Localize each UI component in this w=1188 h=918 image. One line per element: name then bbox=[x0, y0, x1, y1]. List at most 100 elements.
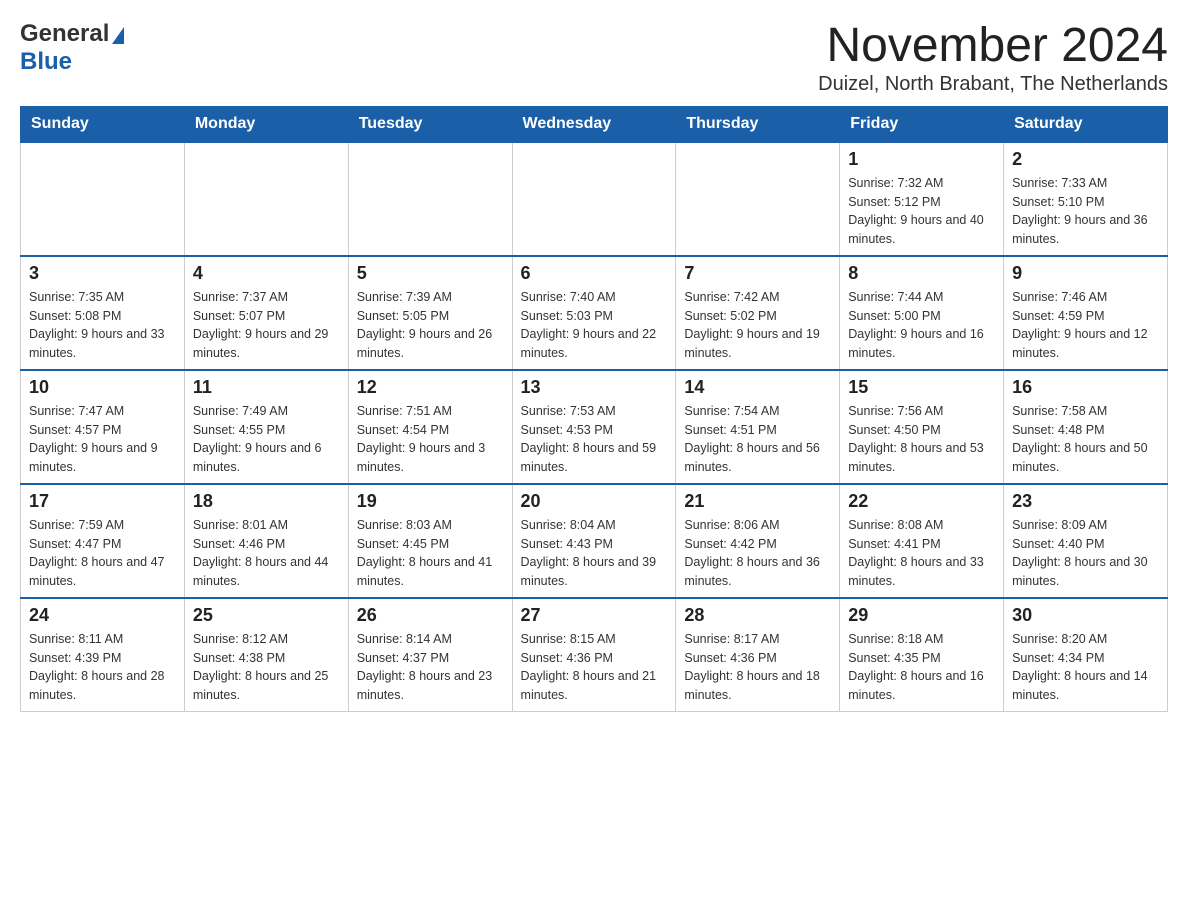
calendar-cell: 9Sunrise: 7:46 AM Sunset: 4:59 PM Daylig… bbox=[1004, 256, 1168, 370]
day-number: 2 bbox=[1012, 149, 1159, 170]
calendar-cell: 18 Sunrise: 8:01 AM Sunset: 4:46 PM Dayli… bbox=[184, 484, 348, 598]
weekday-header-sunday: Sunday bbox=[21, 106, 185, 142]
weekday-header-saturday: Saturday bbox=[1004, 106, 1168, 142]
day-number: 6 bbox=[521, 263, 668, 284]
calendar-cell: 6Sunrise: 7:40 AM Sunset: 5:03 PM Daylig… bbox=[512, 256, 676, 370]
day-number: 12 bbox=[357, 377, 504, 398]
calendar-week-row: 3 Sunrise: 7:35 AM Sunset: 5:08 PM Daylig… bbox=[21, 256, 1168, 370]
calendar-cell: 23 Sunrise: 8:09 AM Sunset: 4:40 PM Dayli… bbox=[1004, 484, 1168, 598]
day-number: 28 bbox=[684, 605, 831, 626]
weekday-header-thursday: Thursday bbox=[676, 106, 840, 142]
calendar-cell: 16 Sunrise: 7:58 AM Sunset: 4:48 PM Dayli… bbox=[1004, 370, 1168, 484]
calendar-cell bbox=[348, 142, 512, 256]
day-number: 22 bbox=[848, 491, 995, 512]
day-number: 14 bbox=[684, 377, 831, 398]
day-number: 1 bbox=[848, 149, 995, 170]
day-number: 3 bbox=[29, 263, 176, 284]
day-number: 26 bbox=[357, 605, 504, 626]
day-info: Sunrise: 7:35 AM Sunset: 5:08 PM Dayligh… bbox=[29, 288, 176, 363]
calendar-table: SundayMondayTuesdayWednesdayThursdayFrid… bbox=[20, 106, 1168, 712]
calendar-cell: 29Sunrise: 8:18 AM Sunset: 4:35 PM Dayli… bbox=[840, 598, 1004, 712]
day-number: 4 bbox=[193, 263, 340, 284]
logo-general: General bbox=[20, 20, 109, 48]
day-number: 30 bbox=[1012, 605, 1159, 626]
day-info: Sunrise: 7:42 AM Sunset: 5:02 PM Dayligh… bbox=[684, 288, 831, 363]
day-number: 13 bbox=[521, 377, 668, 398]
calendar-cell: 20 Sunrise: 8:04 AM Sunset: 4:43 PM Dayli… bbox=[512, 484, 676, 598]
day-info: Sunrise: 8:04 AM Sunset: 4:43 PM Dayligh… bbox=[521, 516, 668, 591]
day-info: Sunrise: 7:56 AM Sunset: 4:50 PM Dayligh… bbox=[848, 402, 995, 477]
calendar-cell: 28 Sunrise: 8:17 AM Sunset: 4:36 PM Dayli… bbox=[676, 598, 840, 712]
day-number: 20 bbox=[521, 491, 668, 512]
day-info: Sunrise: 8:14 AM Sunset: 4:37 PM Dayligh… bbox=[357, 630, 504, 705]
calendar-cell bbox=[21, 142, 185, 256]
day-info: Sunrise: 7:44 AM Sunset: 5:00 PM Dayligh… bbox=[848, 288, 995, 363]
calendar-week-row: 1 Sunrise: 7:32 AM Sunset: 5:12 PM Daylig… bbox=[21, 142, 1168, 256]
day-info: Sunrise: 7:46 AM Sunset: 4:59 PM Dayligh… bbox=[1012, 288, 1159, 363]
calendar-cell: 19 Sunrise: 8:03 AM Sunset: 4:45 PM Dayli… bbox=[348, 484, 512, 598]
day-info: Sunrise: 8:01 AM Sunset: 4:46 PM Dayligh… bbox=[193, 516, 340, 591]
day-number: 16 bbox=[1012, 377, 1159, 398]
calendar-cell: 15 Sunrise: 7:56 AM Sunset: 4:50 PM Dayli… bbox=[840, 370, 1004, 484]
day-number: 5 bbox=[357, 263, 504, 284]
calendar-cell: 24 Sunrise: 8:11 AM Sunset: 4:39 PM Dayli… bbox=[21, 598, 185, 712]
calendar-cell: 8 Sunrise: 7:44 AM Sunset: 5:00 PM Daylig… bbox=[840, 256, 1004, 370]
day-number: 23 bbox=[1012, 491, 1159, 512]
title-area: November 2024 Duizel, North Brabant, The… bbox=[818, 20, 1168, 96]
page-subtitle: Duizel, North Brabant, The Netherlands bbox=[818, 73, 1168, 96]
calendar-cell: 13 Sunrise: 7:53 AM Sunset: 4:53 PM Dayli… bbox=[512, 370, 676, 484]
logo-triangle-icon bbox=[112, 27, 124, 44]
day-number: 27 bbox=[521, 605, 668, 626]
day-info: Sunrise: 7:39 AM Sunset: 5:05 PM Dayligh… bbox=[357, 288, 504, 363]
calendar-week-row: 17 Sunrise: 7:59 AM Sunset: 4:47 PM Dayli… bbox=[21, 484, 1168, 598]
day-number: 10 bbox=[29, 377, 176, 398]
day-info: Sunrise: 8:15 AM Sunset: 4:36 PM Dayligh… bbox=[521, 630, 668, 705]
weekday-header-friday: Friday bbox=[840, 106, 1004, 142]
calendar-cell: 4 Sunrise: 7:37 AM Sunset: 5:07 PM Daylig… bbox=[184, 256, 348, 370]
calendar-cell: 2 Sunrise: 7:33 AM Sunset: 5:10 PM Daylig… bbox=[1004, 142, 1168, 256]
page-header: General Blue November 2024 Duizel, North… bbox=[20, 20, 1168, 96]
day-info: Sunrise: 7:33 AM Sunset: 5:10 PM Dayligh… bbox=[1012, 174, 1159, 249]
calendar-cell: 1 Sunrise: 7:32 AM Sunset: 5:12 PM Daylig… bbox=[840, 142, 1004, 256]
day-number: 7 bbox=[684, 263, 831, 284]
weekday-header-wednesday: Wednesday bbox=[512, 106, 676, 142]
calendar-cell bbox=[512, 142, 676, 256]
weekday-header-row: SundayMondayTuesdayWednesdayThursdayFrid… bbox=[21, 106, 1168, 142]
day-info: Sunrise: 7:49 AM Sunset: 4:55 PM Dayligh… bbox=[193, 402, 340, 477]
calendar-cell: 11Sunrise: 7:49 AM Sunset: 4:55 PM Dayli… bbox=[184, 370, 348, 484]
day-number: 24 bbox=[29, 605, 176, 626]
page-title: November 2024 bbox=[818, 20, 1168, 73]
calendar-cell: 30Sunrise: 8:20 AM Sunset: 4:34 PM Dayli… bbox=[1004, 598, 1168, 712]
calendar-cell: 14Sunrise: 7:54 AM Sunset: 4:51 PM Dayli… bbox=[676, 370, 840, 484]
logo-blue: Blue bbox=[20, 48, 72, 75]
day-info: Sunrise: 7:47 AM Sunset: 4:57 PM Dayligh… bbox=[29, 402, 176, 477]
calendar-cell: 26 Sunrise: 8:14 AM Sunset: 4:37 PM Dayli… bbox=[348, 598, 512, 712]
calendar-cell: 17 Sunrise: 7:59 AM Sunset: 4:47 PM Dayli… bbox=[21, 484, 185, 598]
calendar-cell: 25Sunrise: 8:12 AM Sunset: 4:38 PM Dayli… bbox=[184, 598, 348, 712]
calendar-cell: 12Sunrise: 7:51 AM Sunset: 4:54 PM Dayli… bbox=[348, 370, 512, 484]
calendar-cell bbox=[184, 142, 348, 256]
day-info: Sunrise: 8:17 AM Sunset: 4:36 PM Dayligh… bbox=[684, 630, 831, 705]
calendar-cell: 3 Sunrise: 7:35 AM Sunset: 5:08 PM Daylig… bbox=[21, 256, 185, 370]
day-info: Sunrise: 8:09 AM Sunset: 4:40 PM Dayligh… bbox=[1012, 516, 1159, 591]
day-number: 15 bbox=[848, 377, 995, 398]
day-info: Sunrise: 8:03 AM Sunset: 4:45 PM Dayligh… bbox=[357, 516, 504, 591]
calendar-cell: 10 Sunrise: 7:47 AM Sunset: 4:57 PM Dayli… bbox=[21, 370, 185, 484]
day-info: Sunrise: 7:37 AM Sunset: 5:07 PM Dayligh… bbox=[193, 288, 340, 363]
day-info: Sunrise: 7:59 AM Sunset: 4:47 PM Dayligh… bbox=[29, 516, 176, 591]
day-info: Sunrise: 7:53 AM Sunset: 4:53 PM Dayligh… bbox=[521, 402, 668, 477]
day-info: Sunrise: 7:58 AM Sunset: 4:48 PM Dayligh… bbox=[1012, 402, 1159, 477]
day-number: 17 bbox=[29, 491, 176, 512]
weekday-header-monday: Monday bbox=[184, 106, 348, 142]
day-number: 19 bbox=[357, 491, 504, 512]
logo: General Blue bbox=[20, 20, 124, 76]
day-info: Sunrise: 8:06 AM Sunset: 4:42 PM Dayligh… bbox=[684, 516, 831, 591]
calendar-week-row: 24 Sunrise: 8:11 AM Sunset: 4:39 PM Dayli… bbox=[21, 598, 1168, 712]
day-info: Sunrise: 8:12 AM Sunset: 4:38 PM Dayligh… bbox=[193, 630, 340, 705]
day-info: Sunrise: 7:32 AM Sunset: 5:12 PM Dayligh… bbox=[848, 174, 995, 249]
day-number: 18 bbox=[193, 491, 340, 512]
day-info: Sunrise: 8:08 AM Sunset: 4:41 PM Dayligh… bbox=[848, 516, 995, 591]
day-number: 8 bbox=[848, 263, 995, 284]
calendar-cell: 22 Sunrise: 8:08 AM Sunset: 4:41 PM Dayli… bbox=[840, 484, 1004, 598]
day-info: Sunrise: 8:11 AM Sunset: 4:39 PM Dayligh… bbox=[29, 630, 176, 705]
